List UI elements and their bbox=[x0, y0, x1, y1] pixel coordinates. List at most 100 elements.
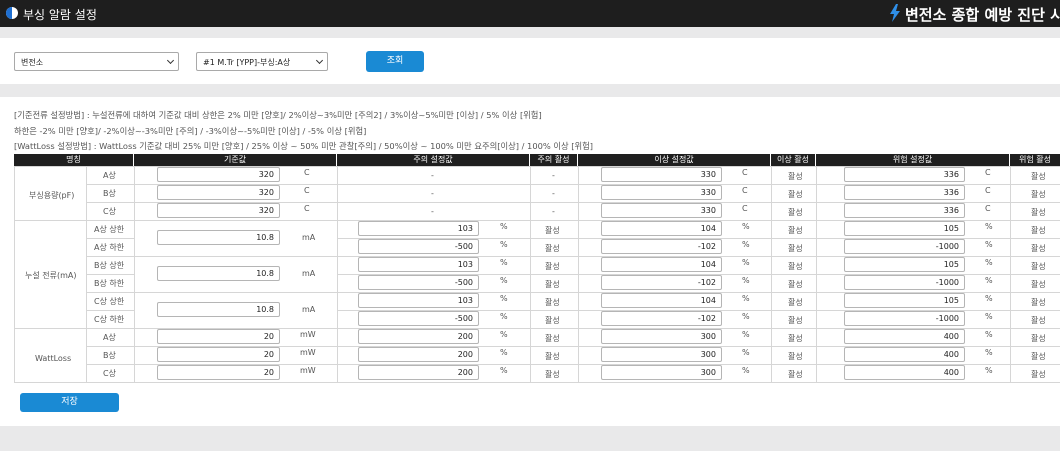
danger-value-input[interactable]: 400 bbox=[844, 329, 965, 344]
base-value-input[interactable]: 320 bbox=[157, 167, 280, 182]
caution-value-input[interactable]: 103 bbox=[358, 293, 479, 308]
base-value-input[interactable]: 10.8 bbox=[157, 302, 280, 317]
half-circle-logo-icon bbox=[6, 7, 18, 19]
th-danger-active: 위험 활성 bbox=[1010, 154, 1060, 166]
danger-active-status: 활성 bbox=[1031, 226, 1046, 235]
header-gap bbox=[0, 27, 1060, 35]
unit-label: % bbox=[985, 366, 993, 375]
caution-value-input[interactable]: 200 bbox=[358, 365, 479, 380]
abnormal-value-input[interactable]: 300 bbox=[601, 329, 722, 344]
base-value-input[interactable]: 320 bbox=[157, 185, 280, 200]
danger-value-input[interactable]: 400 bbox=[844, 347, 965, 362]
search-button[interactable]: 조회 bbox=[366, 51, 424, 72]
base-value-input[interactable]: 20 bbox=[157, 329, 280, 344]
unit-label: % bbox=[985, 312, 993, 321]
abnormal-active-status: 활성 bbox=[788, 262, 803, 271]
row-label: B상 상한 bbox=[94, 261, 125, 270]
abnormal-value-input[interactable]: 330 bbox=[601, 167, 722, 182]
danger-value-input[interactable]: 400 bbox=[844, 365, 965, 380]
unit-label: % bbox=[742, 240, 750, 249]
caution-active-status: 활성 bbox=[545, 262, 560, 271]
caution-value-input[interactable]: 103 bbox=[358, 221, 479, 236]
abnormal-value-input[interactable]: 104 bbox=[601, 257, 722, 272]
save-button[interactable]: 저장 bbox=[20, 393, 119, 412]
caution-active-status: 활성 bbox=[545, 280, 560, 289]
danger-value-input[interactable]: 336 bbox=[844, 167, 965, 182]
abnormal-value-input[interactable]: 300 bbox=[601, 347, 722, 362]
row-label: A상 상한 bbox=[94, 225, 125, 234]
abnormal-value-input[interactable]: 104 bbox=[601, 221, 722, 236]
unit-label: % bbox=[985, 240, 993, 249]
abnormal-value-input[interactable]: 330 bbox=[601, 185, 722, 200]
base-value-input[interactable]: 20 bbox=[157, 365, 280, 380]
row-divider bbox=[86, 310, 134, 311]
danger-active-status: 활성 bbox=[1031, 280, 1046, 289]
base-value-input[interactable]: 10.8 bbox=[157, 266, 280, 281]
danger-value-input[interactable]: 336 bbox=[844, 203, 965, 218]
row-label: C상 bbox=[103, 207, 116, 216]
unit-label: C bbox=[985, 168, 991, 177]
danger-active-status: 활성 bbox=[1031, 334, 1046, 343]
unit-label: % bbox=[742, 276, 750, 285]
note-line-3: [WattLoss 설정방법] : WattLoss 기준값 대비 25% 미만… bbox=[14, 141, 594, 151]
row-label: A상 bbox=[103, 171, 116, 180]
substation-select[interactable]: 변전소 bbox=[14, 52, 179, 71]
unit-label: % bbox=[742, 294, 750, 303]
danger-value-input[interactable]: 105 bbox=[844, 293, 965, 308]
abnormal-value-input[interactable]: 300 bbox=[601, 365, 722, 380]
danger-active-status: 활성 bbox=[1031, 352, 1046, 361]
row-label: C상 하한 bbox=[94, 315, 125, 324]
abnormal-active-status: 활성 bbox=[788, 370, 803, 379]
danger-value-input[interactable]: 336 bbox=[844, 185, 965, 200]
caution-value-input[interactable]: -500 bbox=[358, 239, 479, 254]
unit-label: % bbox=[742, 312, 750, 321]
base-value-input[interactable]: 20 bbox=[157, 347, 280, 362]
unit-label: C bbox=[985, 186, 991, 195]
abnormal-value-input[interactable]: 330 bbox=[601, 203, 722, 218]
abnormal-active-status: 활성 bbox=[788, 334, 803, 343]
abnormal-value-input[interactable]: 104 bbox=[601, 293, 722, 308]
caution-value-empty: - bbox=[431, 189, 434, 198]
abnormal-value-input[interactable]: -102 bbox=[601, 275, 722, 290]
group-name-wattloss: WattLoss bbox=[35, 354, 72, 363]
abnormal-value-input[interactable]: -102 bbox=[601, 239, 722, 254]
caution-active-status: 활성 bbox=[545, 334, 560, 343]
caution-value-input[interactable]: 200 bbox=[358, 329, 479, 344]
note-line-1: [기준전류 설정방법] : 누설전류에 대하여 기준값 대비 상한은 2% 미만… bbox=[14, 110, 542, 120]
danger-active-status: 활성 bbox=[1031, 298, 1046, 307]
caution-active-status: 활성 bbox=[545, 226, 560, 235]
unit-label: % bbox=[500, 294, 508, 303]
unit-label: C bbox=[304, 204, 310, 213]
th-abnormal-value: 이상 설정값 bbox=[578, 154, 770, 166]
equipment-select[interactable]: #1 M.Tr [YPP]-부싱:A상 bbox=[196, 52, 328, 71]
row-label: B상 하한 bbox=[94, 279, 125, 288]
th-caution-active: 주의 활성 bbox=[530, 154, 577, 166]
caution-value-input[interactable]: 103 bbox=[358, 257, 479, 272]
caution-active-empty: - bbox=[552, 171, 555, 180]
caution-value-empty: - bbox=[431, 171, 434, 180]
th-abnormal-active: 이상 활성 bbox=[771, 154, 815, 166]
danger-value-input[interactable]: -1000 bbox=[844, 275, 965, 290]
danger-value-input[interactable]: -1000 bbox=[844, 239, 965, 254]
substation-select-value: 변전소 bbox=[21, 58, 44, 67]
abnormal-active-status: 활성 bbox=[788, 298, 803, 307]
group-name-leakage-current: 누설 전류(mA) bbox=[25, 271, 77, 280]
unit-label: mA bbox=[302, 305, 316, 314]
caution-value-input[interactable]: -500 bbox=[358, 311, 479, 326]
top-bar: 부싱 알람 설정 변전소 종합 예방 진단 시스 bbox=[0, 0, 1060, 27]
danger-value-input[interactable]: 105 bbox=[844, 221, 965, 236]
unit-label: % bbox=[500, 312, 508, 321]
caution-value-input[interactable]: 200 bbox=[358, 347, 479, 362]
danger-value-input[interactable]: -1000 bbox=[844, 311, 965, 326]
abnormal-active-status: 활성 bbox=[788, 172, 803, 181]
abnormal-active-status: 활성 bbox=[788, 316, 803, 325]
caution-value-input[interactable]: -500 bbox=[358, 275, 479, 290]
base-value-input[interactable]: 320 bbox=[157, 203, 280, 218]
danger-value-input[interactable]: 105 bbox=[844, 257, 965, 272]
unit-label: % bbox=[500, 258, 508, 267]
abnormal-value-input[interactable]: -102 bbox=[601, 311, 722, 326]
danger-active-status: 활성 bbox=[1031, 244, 1046, 253]
row-label: A상 bbox=[103, 333, 116, 342]
base-value-input[interactable]: 10.8 bbox=[157, 230, 280, 245]
abnormal-active-status: 활성 bbox=[788, 208, 803, 217]
